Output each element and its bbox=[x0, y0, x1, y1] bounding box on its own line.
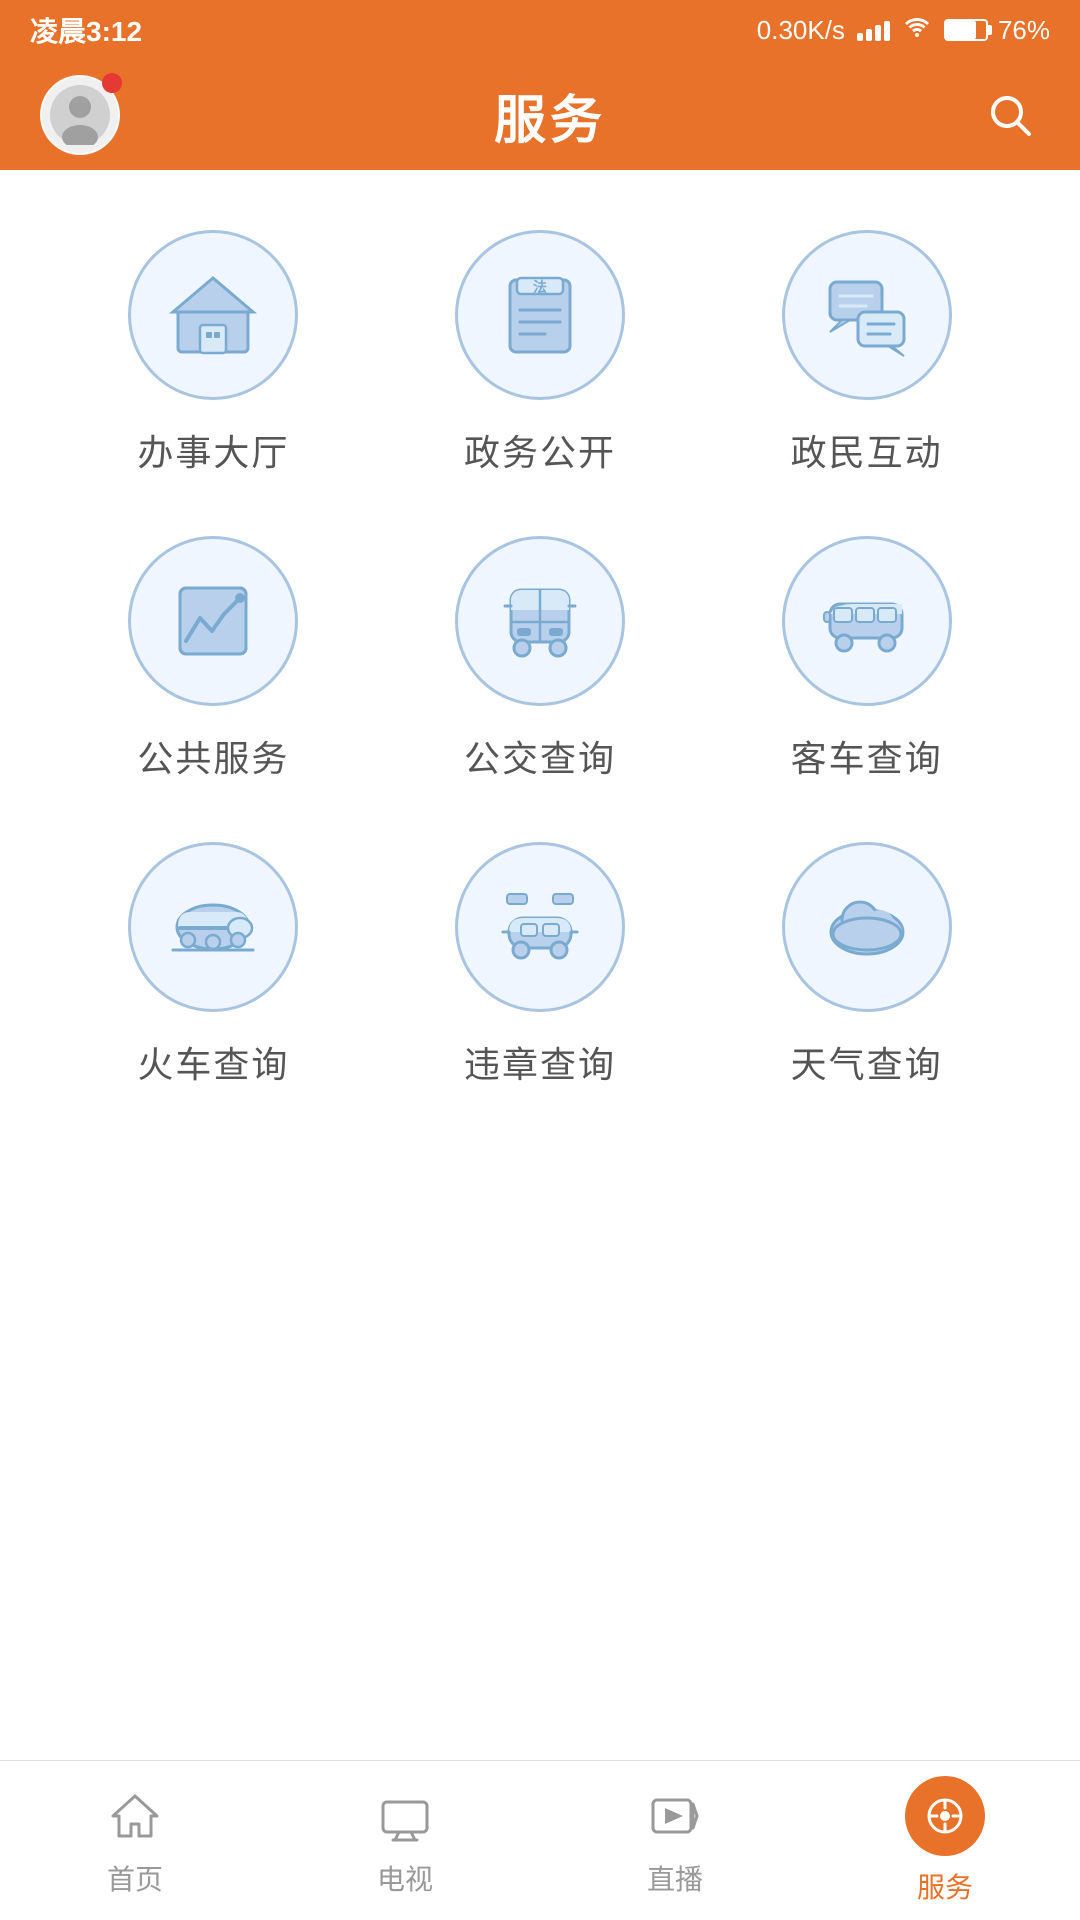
tv-icon bbox=[373, 1784, 437, 1848]
live-icon bbox=[643, 1784, 707, 1848]
govopen-icon-circle: 法 bbox=[455, 230, 625, 400]
violationquery-label: 违章查询 bbox=[464, 1036, 616, 1088]
tab-service-label: 服务 bbox=[917, 1866, 973, 1906]
app-header: 服务 bbox=[0, 60, 1080, 170]
signal-icon bbox=[857, 19, 890, 41]
battery-icon: 76% bbox=[944, 15, 1050, 46]
service-item-publicservice[interactable]: 公共服务 bbox=[60, 536, 367, 782]
page-title: 服务 bbox=[494, 78, 606, 153]
battery-level: 76% bbox=[998, 15, 1050, 46]
busquery-icon-circle bbox=[455, 536, 625, 706]
violationquery-icon-circle bbox=[455, 842, 625, 1012]
service-item-trainquery[interactable]: 火车查询 bbox=[60, 842, 367, 1088]
weatherquery-icon-circle bbox=[782, 842, 952, 1012]
avatar[interactable] bbox=[40, 75, 120, 155]
service-item-coachquery[interactable]: 客车查询 bbox=[713, 536, 1020, 782]
trainquery-label: 火车查询 bbox=[137, 1036, 289, 1088]
tab-live-label: 直播 bbox=[647, 1858, 703, 1898]
coachquery-icon-circle bbox=[782, 536, 952, 706]
office-label: 办事大厅 bbox=[137, 424, 289, 476]
network-speed: 0.30K/s bbox=[757, 15, 845, 46]
wifi-icon bbox=[902, 15, 932, 46]
publicservice-icon-circle bbox=[128, 536, 298, 706]
service-item-violationquery[interactable]: 违章查询 bbox=[387, 842, 694, 1088]
service-item-office[interactable]: 办事大厅 bbox=[60, 230, 367, 476]
service-item-interaction[interactable]: 政民互动 bbox=[713, 230, 1020, 476]
trainquery-icon-circle bbox=[128, 842, 298, 1012]
tab-tv-label: 电视 bbox=[377, 1858, 433, 1898]
status-time: 凌晨3:12 bbox=[30, 10, 142, 50]
interaction-icon-circle bbox=[782, 230, 952, 400]
status-bar: 凌晨3:12 0.30K/s 76% bbox=[0, 0, 1080, 60]
publicservice-label: 公共服务 bbox=[137, 730, 289, 782]
tab-live[interactable]: 直播 bbox=[540, 1784, 810, 1898]
home-icon bbox=[103, 1784, 167, 1848]
tab-service[interactable]: 服务 bbox=[810, 1776, 1080, 1906]
service-item-weatherquery[interactable]: 天气查询 bbox=[713, 842, 1020, 1088]
bottom-tabs: 首页 电视 直播 bbox=[0, 1760, 1080, 1920]
coachquery-label: 客车查询 bbox=[791, 730, 943, 782]
status-right: 0.30K/s 76% bbox=[757, 15, 1050, 46]
svg-text:法: 法 bbox=[533, 279, 547, 295]
main-content: 办事大厅 法 政务公开 bbox=[0, 170, 1080, 1108]
notification-badge bbox=[102, 73, 122, 93]
tab-tv[interactable]: 电视 bbox=[270, 1784, 540, 1898]
busquery-label: 公交查询 bbox=[464, 730, 616, 782]
service-tab-circle bbox=[905, 1776, 985, 1856]
empty-space bbox=[0, 1108, 1080, 1788]
services-grid: 办事大厅 法 政务公开 bbox=[40, 230, 1040, 1088]
office-icon-circle bbox=[128, 230, 298, 400]
weatherquery-label: 天气查询 bbox=[791, 1036, 943, 1088]
service-item-busquery[interactable]: 公交查询 bbox=[387, 536, 694, 782]
tab-home-label: 首页 bbox=[107, 1858, 163, 1898]
tab-home[interactable]: 首页 bbox=[0, 1784, 270, 1898]
govopen-label: 政务公开 bbox=[464, 424, 616, 476]
interaction-label: 政民互动 bbox=[791, 424, 943, 476]
service-item-govopen[interactable]: 法 政务公开 bbox=[387, 230, 694, 476]
search-button[interactable] bbox=[980, 85, 1040, 145]
